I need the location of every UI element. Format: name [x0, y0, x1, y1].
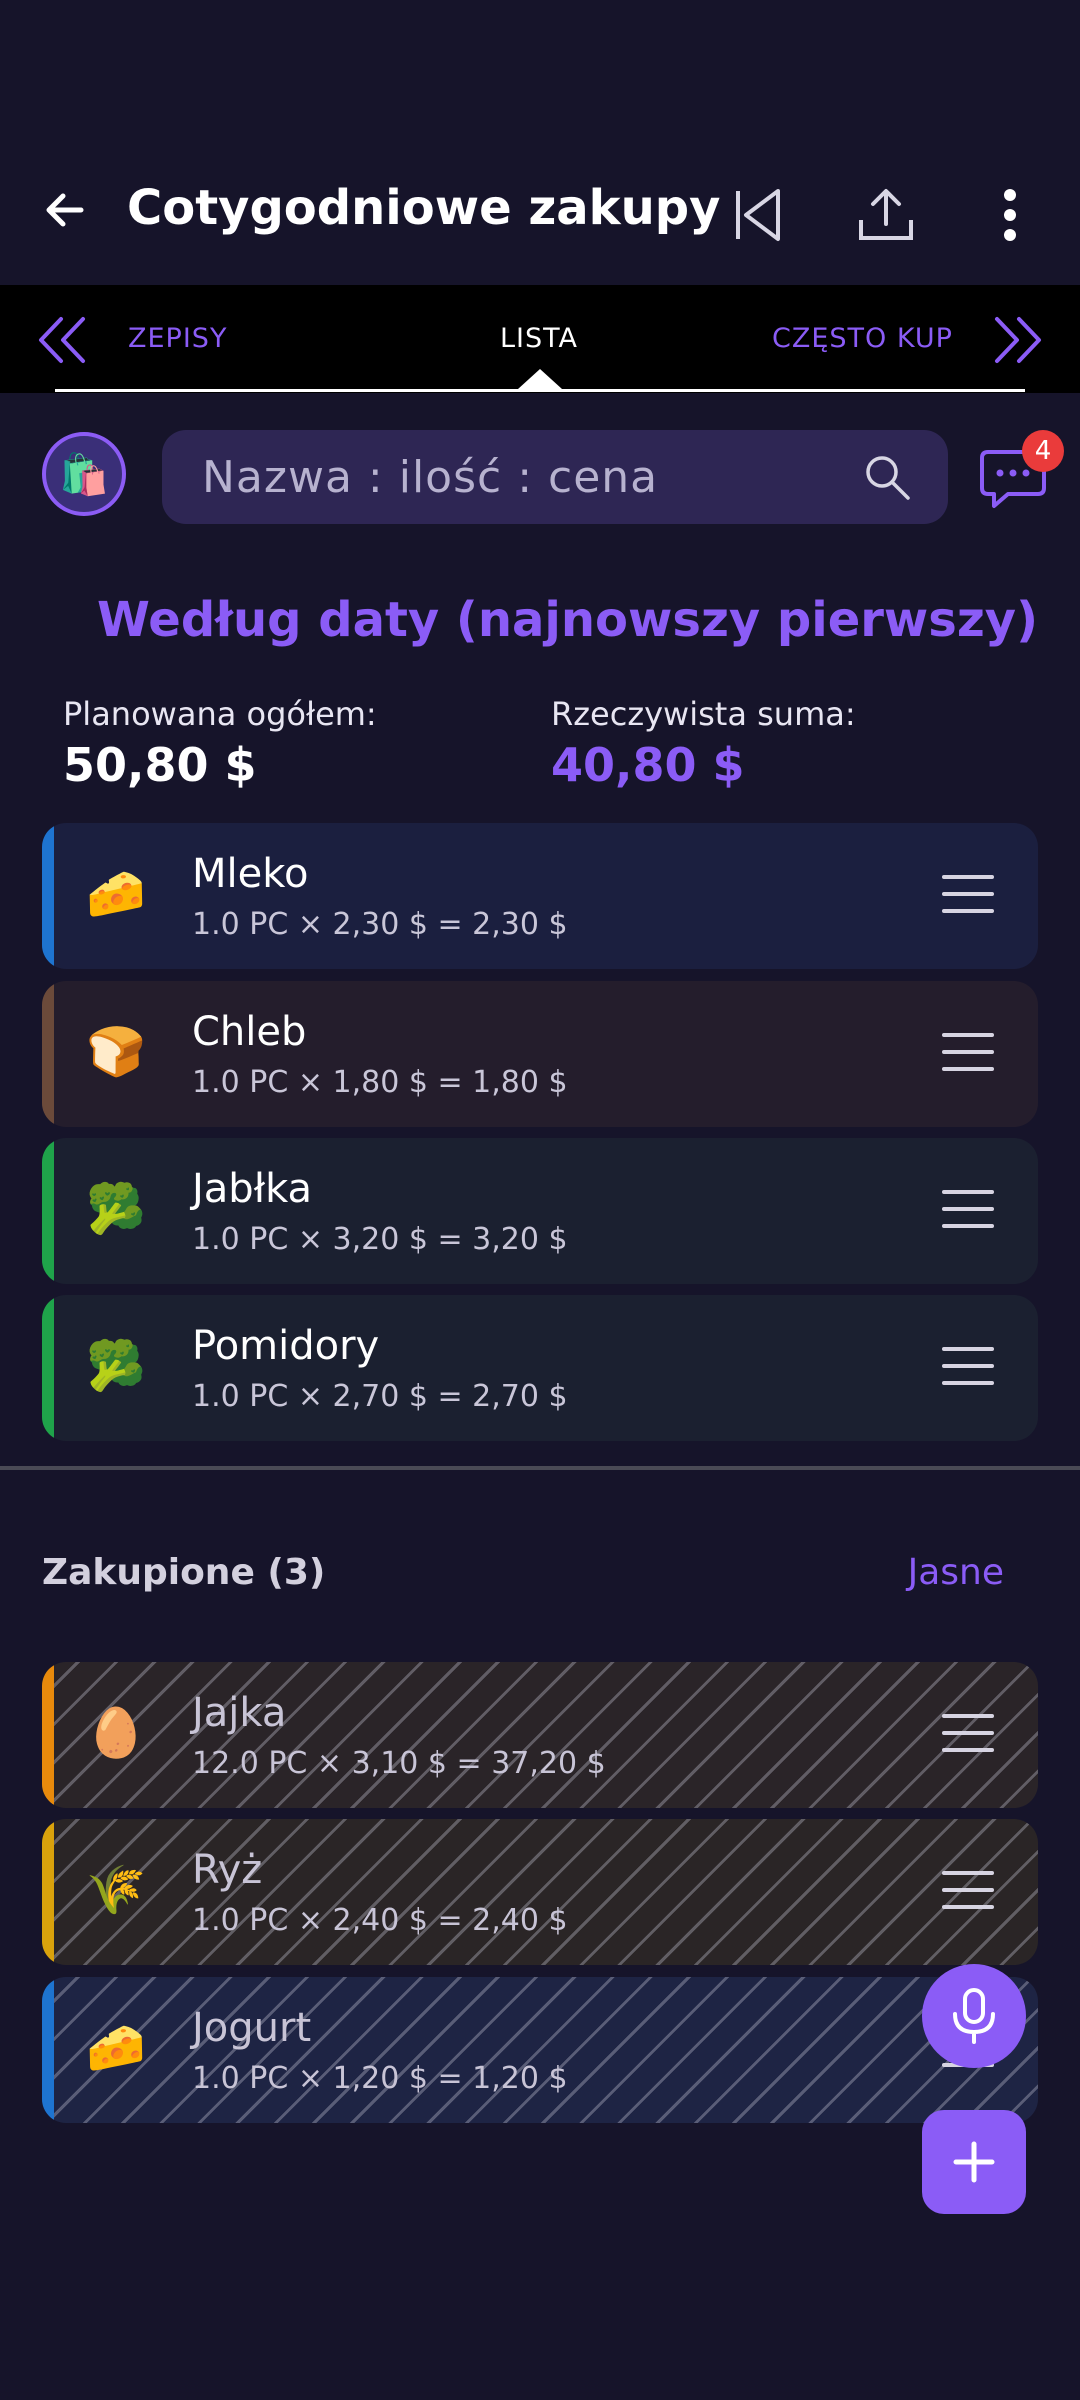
item-detail: 1.0 PC × 3,20 $ = 3,20 $ — [192, 1222, 568, 1257]
list-item[interactable]: 🧀 Mleko 1.0 PC × 2,30 $ = 2,30 $ — [42, 823, 1038, 969]
plus-icon — [953, 2141, 995, 2183]
item-name: Pomidory — [192, 1323, 380, 1369]
category-stripe — [42, 823, 54, 969]
drag-handle-icon[interactable] — [942, 1190, 994, 1234]
category-stripe — [42, 1295, 54, 1441]
search-placeholder: Nazwa : ilość : cena — [202, 452, 659, 503]
item-name: Jabłka — [192, 1166, 313, 1212]
search-row: 🛍️ Nazwa : ilość : cena — [0, 420, 1080, 535]
item-detail: 1.0 PC × 1,20 $ = 1,20 $ — [192, 2061, 568, 2096]
item-detail: 12.0 PC × 3,10 $ = 37,20 $ — [192, 1746, 606, 1781]
tabs-next-button[interactable] — [982, 305, 1052, 375]
item-name: Jajka — [192, 1690, 287, 1736]
voice-input-button[interactable] — [922, 1964, 1026, 2068]
category-stripe — [42, 1138, 54, 1284]
category-stripe — [42, 1662, 54, 1808]
search-input[interactable]: Nazwa : ilość : cena — [162, 430, 948, 524]
tab-caret — [518, 369, 562, 389]
tab-recipes[interactable]: ZEPISY — [128, 323, 227, 354]
drag-handle-icon[interactable] — [942, 1033, 994, 1077]
sort-label[interactable]: Według daty (najnowszy pierwszy) — [97, 592, 1038, 648]
item-detail: 1.0 PC × 2,40 $ = 2,40 $ — [192, 1903, 568, 1938]
item-name: Jogurt — [192, 2005, 312, 2051]
double-chevron-left-icon — [39, 317, 85, 363]
item-name: Chleb — [192, 1009, 307, 1055]
app-bar: Cotygodniowe zakupy — [0, 150, 1080, 285]
chat-badge: 4 — [1022, 430, 1064, 472]
drag-handle-icon[interactable] — [942, 1347, 994, 1391]
drag-handle-icon[interactable] — [942, 1714, 994, 1758]
add-item-button[interactable] — [922, 2110, 1026, 2214]
rice-icon: 🌾 — [86, 1862, 146, 1918]
section-divider — [0, 1466, 1080, 1470]
microphone-icon — [953, 1988, 995, 2044]
purchased-item[interactable]: 🥚 Jajka 12.0 PC × 3,10 $ = 37,20 $ — [42, 1662, 1038, 1808]
broccoli-icon: 🥦 — [86, 1181, 146, 1237]
category-stripe — [42, 981, 54, 1127]
egg-icon: 🥚 — [86, 1705, 146, 1761]
category-stripe — [42, 1977, 54, 2123]
item-detail: 1.0 PC × 2,70 $ = 2,70 $ — [192, 1379, 568, 1414]
planned-total-value: 50,80 $ — [63, 738, 257, 792]
list-item[interactable]: 🥦 Pomidory 1.0 PC × 2,70 $ = 2,70 $ — [42, 1295, 1038, 1441]
actual-total-label: Rzeczywista suma: — [551, 695, 856, 733]
item-name: Mleko — [192, 851, 309, 897]
shopping-bag-button[interactable]: 🛍️ — [42, 432, 126, 516]
skip-previous-icon — [736, 189, 780, 241]
actual-total-value: 40,80 $ — [551, 738, 745, 792]
item-detail: 1.0 PC × 1,80 $ = 1,80 $ — [192, 1065, 568, 1100]
drag-handle-icon[interactable] — [942, 1871, 994, 1915]
arrow-left-icon — [46, 193, 84, 227]
skip-previous-button[interactable] — [718, 175, 798, 255]
category-stripe — [42, 1819, 54, 1965]
clear-purchased-button[interactable]: Jasne — [908, 1552, 1004, 1593]
tab-indicator — [55, 389, 1025, 392]
broccoli-icon: 🥦 — [86, 1338, 146, 1394]
tab-bar: ZEPISY LISTA CZĘSTO KUP — [0, 285, 1080, 393]
share-icon — [859, 189, 913, 240]
share-button[interactable] — [846, 175, 926, 255]
page-title: Cotygodniowe zakupy — [127, 180, 721, 236]
item-name: Ryż — [192, 1847, 263, 1893]
purchased-item[interactable]: 🧀 Jogurt 1.0 PC × 1,20 $ = 1,20 $ — [42, 1977, 1038, 2123]
status-bar — [0, 0, 1080, 150]
search-icon[interactable] — [862, 452, 912, 502]
bread-icon: 🍞 — [86, 1024, 146, 1080]
double-chevron-right-icon — [995, 317, 1041, 363]
tab-frequently-bought[interactable]: CZĘSTO KUP — [772, 323, 952, 354]
planned-total-label: Planowana ogółem: — [63, 695, 377, 733]
tab-list[interactable]: LISTA — [500, 323, 578, 354]
item-detail: 1.0 PC × 2,30 $ = 2,30 $ — [192, 907, 568, 942]
list-item[interactable]: 🥦 Jabłka 1.0 PC × 3,20 $ = 3,20 $ — [42, 1138, 1038, 1284]
purchased-section-title: Zakupione (3) — [42, 1552, 326, 1593]
tabs-prev-button[interactable] — [28, 305, 98, 375]
more-options-button[interactable] — [970, 175, 1050, 255]
shopping-bag-icon: 🛍️ — [59, 451, 109, 498]
purchased-item[interactable]: 🌾 Ryż 1.0 PC × 2,40 $ = 2,40 $ — [42, 1819, 1038, 1965]
list-item[interactable]: 🍞 Chleb 1.0 PC × 1,80 $ = 1,80 $ — [42, 981, 1038, 1127]
cheese-icon: 🧀 — [86, 866, 146, 922]
more-vertical-icon — [1004, 189, 1016, 241]
back-button[interactable] — [30, 175, 100, 245]
drag-handle-icon[interactable] — [942, 875, 994, 919]
cheese-icon: 🧀 — [86, 2020, 146, 2076]
